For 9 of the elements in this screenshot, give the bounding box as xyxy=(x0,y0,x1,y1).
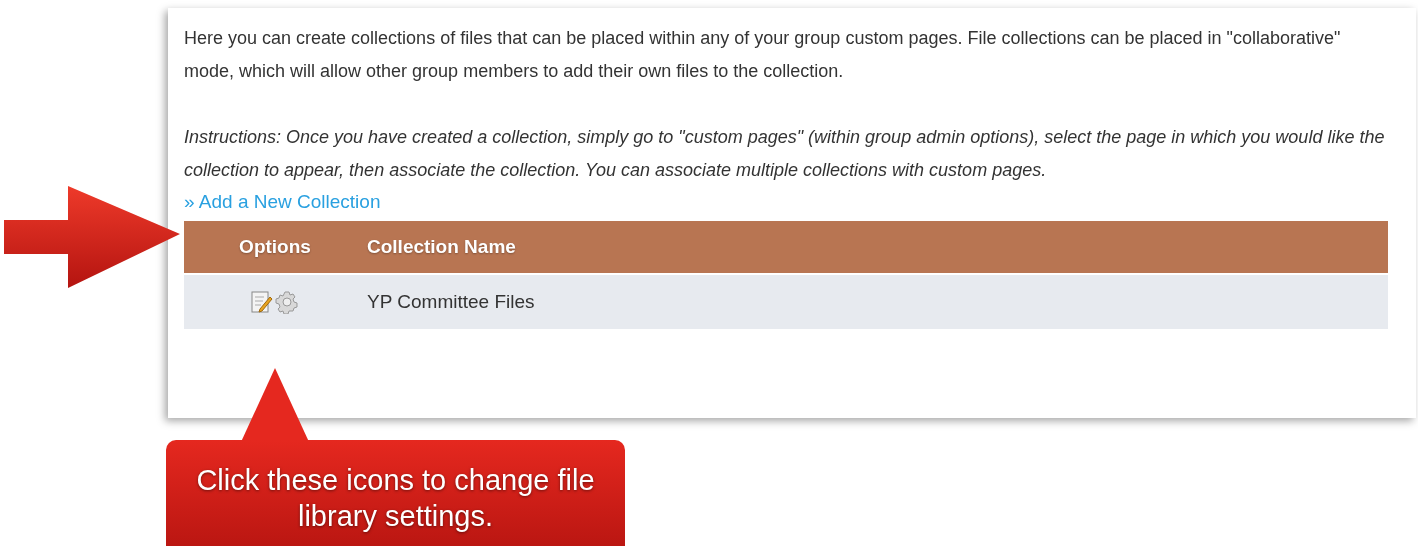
add-collection-link[interactable]: » Add a New Collection xyxy=(184,191,381,212)
column-header: Options xyxy=(238,235,312,259)
column-header: Collection Name xyxy=(366,235,517,259)
table-cell-text: YP Committee Files xyxy=(366,290,536,314)
callout-text: Click these icons to change file library settings. xyxy=(195,463,596,534)
instructions-text: Instructions: Once you have created a collection, simply go to "custom pages" (within group admin options), select the page in which you would like the collection to appear, then associate the collection. You can associate multiple collections with custom pages. xyxy=(184,126,1386,182)
intro-text: Here you can create collections of files that can be placed within any of your group custom pages. File collections can be placed in "collaborative" mode, which will allow other group members to add their own files to the collection. xyxy=(184,27,1342,83)
settings-icon[interactable] xyxy=(275,290,299,314)
edit-icon[interactable] xyxy=(251,290,273,314)
